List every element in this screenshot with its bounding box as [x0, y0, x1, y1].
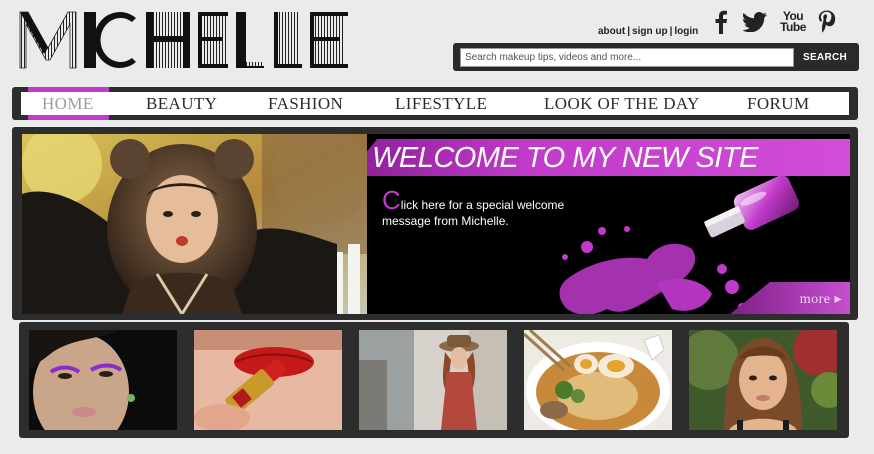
thumbnail-fashion[interactable] — [359, 330, 507, 430]
promo-initial: C — [382, 185, 401, 215]
nav-item-beauty[interactable]: BEAUTY — [146, 92, 217, 115]
hero-photo[interactable] — [22, 134, 367, 314]
thumbnail-image — [194, 330, 342, 430]
hero-photo-image — [22, 134, 367, 314]
search-bar: SEARCH — [453, 43, 859, 71]
thumbnail-strip — [19, 322, 849, 438]
hero-banner: WELCOME TO MY NEW SITE Click here for a … — [12, 127, 858, 320]
more-link[interactable]: more ▸ — [800, 291, 842, 308]
thumbnail-portrait[interactable] — [689, 330, 837, 430]
logo-wordmark — [19, 11, 348, 69]
arrow-right-icon: ▸ — [834, 292, 842, 307]
thumbnail-image — [359, 330, 507, 430]
nav-item-home[interactable]: HOME — [42, 92, 94, 115]
thumbnail-image — [524, 330, 672, 430]
thumbnail-lipstick[interactable] — [194, 330, 342, 430]
nav-inner: HOME BEAUTY FASHION LIFESTYLE LOOK OF TH… — [21, 92, 849, 115]
nav-item-forum[interactable]: FORUM — [747, 92, 809, 115]
login-link[interactable]: login — [674, 26, 698, 37]
about-link[interactable]: about — [598, 26, 625, 37]
nav-item-fashion[interactable]: FASHION — [268, 92, 343, 115]
search-input[interactable] — [460, 48, 794, 67]
sign-up-link[interactable]: sign up — [632, 26, 668, 37]
promo-message: Click here for a special welcome message… — [382, 187, 612, 229]
search-button[interactable]: SEARCH — [796, 48, 854, 67]
promo-text: lick here for a special welcome message … — [382, 198, 565, 228]
site-logo[interactable] — [18, 8, 354, 72]
top-links: about | sign up | login — [598, 26, 698, 37]
main-nav: HOME BEAUTY FASHION LIFESTYLE LOOK OF TH… — [12, 87, 858, 120]
youtube-icon[interactable]: You Tube — [780, 8, 806, 36]
active-tab-indicator — [28, 87, 109, 92]
pinterest-icon[interactable] — [816, 8, 838, 36]
nav-item-look-of-the-day[interactable]: LOOK OF THE DAY — [544, 92, 700, 115]
facebook-icon[interactable] — [710, 8, 732, 36]
separator: | — [627, 26, 631, 37]
nav-item-lifestyle[interactable]: LIFESTYLE — [395, 92, 487, 115]
thumbnail-makeup[interactable] — [29, 330, 177, 430]
welcome-promo[interactable]: WELCOME TO MY NEW SITE Click here for a … — [367, 134, 850, 314]
more-label: more — [799, 292, 831, 307]
thumbnail-image — [29, 330, 177, 430]
twitter-icon[interactable] — [742, 8, 770, 36]
youtube-label-bottom: Tube — [780, 20, 806, 34]
active-tab-indicator-bottom — [28, 115, 109, 120]
thumbnail-ramen[interactable] — [524, 330, 672, 430]
thumbnail-image — [689, 330, 837, 430]
